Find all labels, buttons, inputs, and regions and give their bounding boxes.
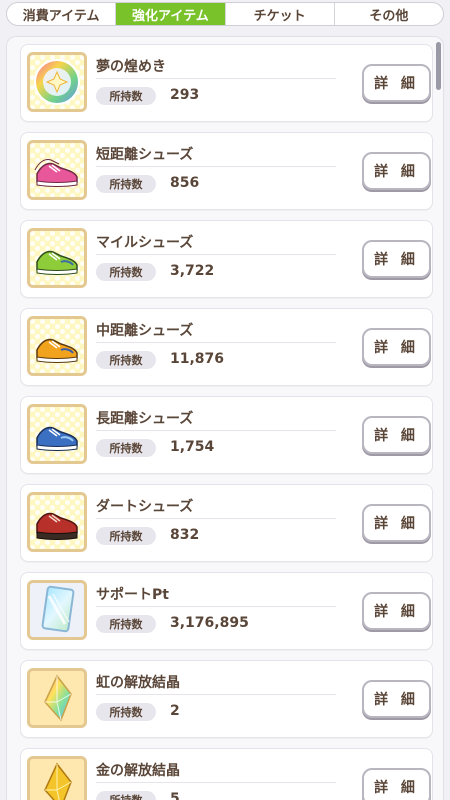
- owned-label: 所持数: [96, 439, 156, 457]
- red-shoe-icon: [27, 492, 87, 552]
- owned-count: 5: [170, 791, 180, 800]
- owned-count: 1,754: [170, 439, 215, 455]
- owned-label: 所持数: [96, 703, 156, 721]
- divider: [96, 342, 336, 343]
- tab-consumables[interactable]: 消費アイテム: [7, 3, 117, 25]
- list-item: 中距離シューズ 所持数 11,876 詳 細: [20, 308, 433, 386]
- divider: [96, 78, 336, 79]
- divider: [96, 694, 336, 695]
- divider: [96, 254, 336, 255]
- owned-label: 所持数: [96, 263, 156, 281]
- tab-tickets[interactable]: チケット: [226, 3, 335, 25]
- list-item: 短距離シューズ 所持数 856 詳 細: [20, 132, 433, 210]
- item-name: 金の解放結晶: [96, 763, 180, 779]
- dream-sparkle-icon: [27, 52, 87, 112]
- owned-label: 所持数: [96, 615, 156, 633]
- pink-shoe-icon: [27, 140, 87, 200]
- support-pt-card-icon: [27, 580, 87, 640]
- list-item: 長距離シューズ 所持数 1,754 詳 細: [20, 396, 433, 474]
- item-name: 長距離シューズ: [96, 411, 194, 427]
- item-name: 短距離シューズ: [96, 147, 194, 163]
- owned-label: 所持数: [96, 87, 156, 105]
- tab-enhancement[interactable]: 強化アイテム: [116, 3, 226, 25]
- category-tabs: 消費アイテム 強化アイテム チケット その他: [6, 2, 444, 26]
- list-item: マイルシューズ 所持数 3,722 詳 細: [20, 220, 433, 298]
- owned-count: 832: [170, 527, 200, 543]
- owned-count: 3,722: [170, 263, 215, 279]
- divider: [96, 782, 336, 783]
- detail-button[interactable]: 詳 細: [362, 592, 431, 630]
- rainbow-crystal-icon: [27, 668, 87, 728]
- detail-button[interactable]: 詳 細: [362, 504, 431, 542]
- owned-label: 所持数: [96, 527, 156, 545]
- divider: [96, 518, 336, 519]
- blue-shoe-icon: [27, 404, 87, 464]
- detail-button[interactable]: 詳 細: [362, 328, 431, 366]
- item-name: 虹の解放結晶: [96, 675, 180, 691]
- gold-crystal-icon: [27, 756, 87, 800]
- orange-shoe-icon: [27, 316, 87, 376]
- owned-count: 2: [170, 703, 180, 719]
- green-shoe-icon: [27, 228, 87, 288]
- scrollbar[interactable]: [436, 42, 441, 90]
- detail-button[interactable]: 詳 細: [362, 416, 431, 454]
- detail-button[interactable]: 詳 細: [362, 64, 431, 102]
- owned-label: 所持数: [96, 175, 156, 193]
- list-item: 金の解放結晶 所持数 5 詳 細: [20, 748, 433, 800]
- detail-button[interactable]: 詳 細: [362, 680, 431, 718]
- list-item: ダートシューズ 所持数 832 詳 細: [20, 484, 433, 562]
- tab-other[interactable]: その他: [335, 3, 443, 25]
- owned-label: 所持数: [96, 351, 156, 369]
- list-item: 夢の煌めき 所持数 293 詳 細: [20, 44, 433, 122]
- owned-label: 所持数: [96, 791, 156, 800]
- owned-count: 293: [170, 87, 200, 103]
- list-item: 虹の解放結晶 所持数 2 詳 細: [20, 660, 433, 738]
- item-name: 夢の煌めき: [96, 59, 166, 75]
- detail-button[interactable]: 詳 細: [362, 152, 431, 190]
- divider: [96, 166, 336, 167]
- list-item: サポートPt 所持数 3,176,895 詳 細: [20, 572, 433, 650]
- item-name: ダートシューズ: [96, 499, 194, 515]
- owned-count: 856: [170, 175, 200, 191]
- divider: [96, 430, 336, 431]
- owned-count: 11,876: [170, 351, 225, 367]
- divider: [96, 606, 336, 607]
- item-name: マイルシューズ: [96, 235, 194, 251]
- owned-count: 3,176,895: [170, 615, 249, 631]
- item-name: 中距離シューズ: [96, 323, 194, 339]
- item-name: サポートPt: [96, 587, 169, 603]
- detail-button[interactable]: 詳 細: [362, 768, 431, 800]
- detail-button[interactable]: 詳 細: [362, 240, 431, 278]
